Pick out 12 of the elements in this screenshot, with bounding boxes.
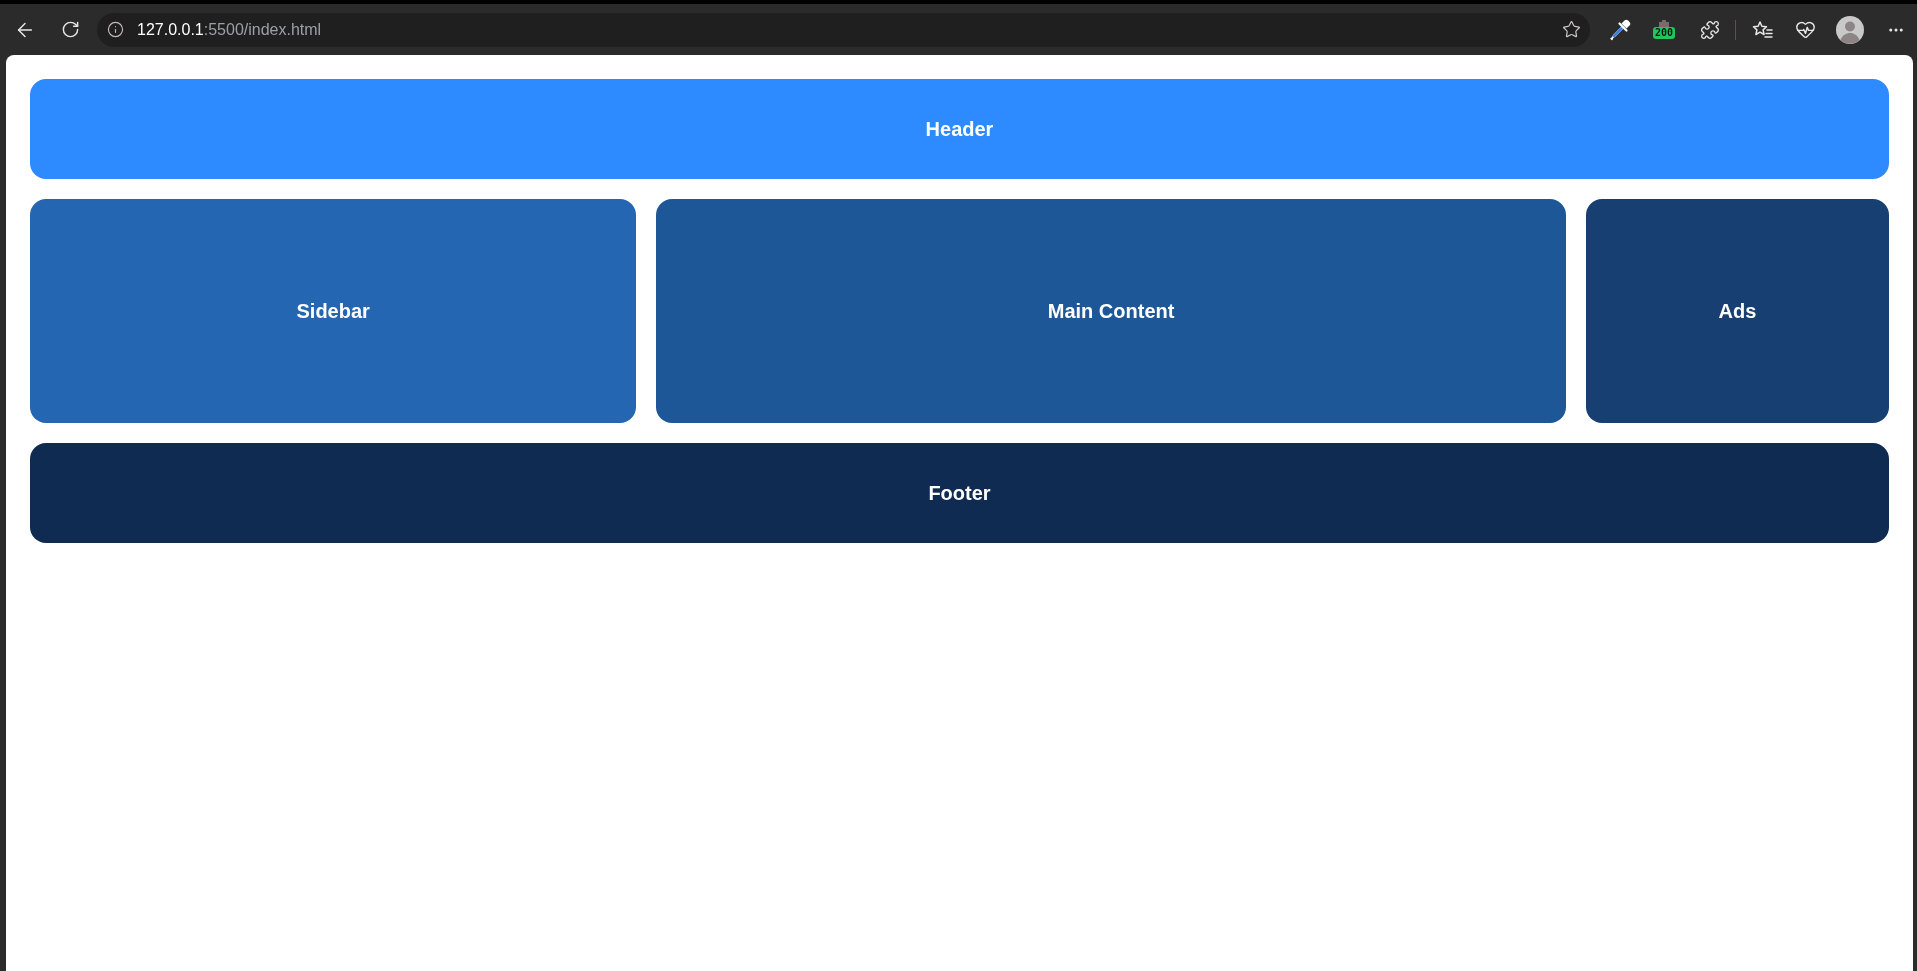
info-icon[interactable]	[107, 21, 124, 38]
sidebar-label: Sidebar	[296, 299, 370, 324]
extension-icon	[1659, 20, 1669, 27]
header-label: Header	[925, 117, 994, 142]
extension-counter: 200	[1652, 27, 1676, 39]
footer-label: Footer	[928, 481, 991, 506]
avatar-icon[interactable]	[1834, 13, 1866, 46]
ads-label: Ads	[1718, 299, 1757, 324]
address-bar[interactable]: 127.0.0.1:5500/index.html	[97, 12, 1590, 47]
main-content-label: Main Content	[1047, 299, 1175, 324]
extension-button[interactable]: 200	[1648, 13, 1680, 46]
url-text[interactable]: 127.0.0.1:5500/index.html	[137, 17, 322, 42]
